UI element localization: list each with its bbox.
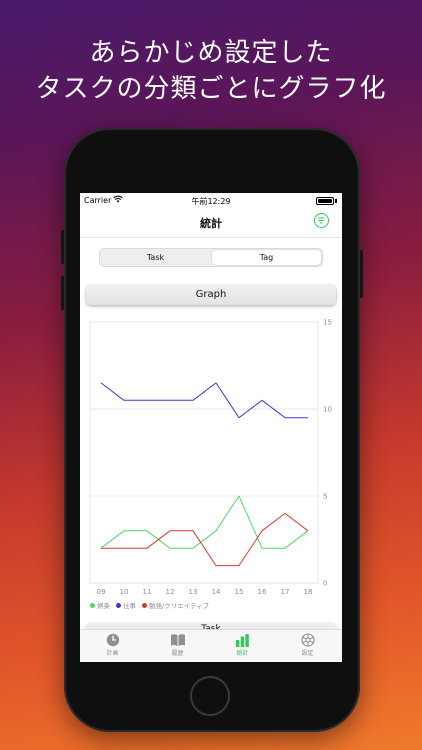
legend-swatch — [116, 603, 121, 608]
book-icon — [170, 634, 185, 646]
filter-icon[interactable] — [314, 213, 329, 228]
y-tick-label: 10 — [323, 406, 332, 414]
headline-line-1: あらかじめ設定した — [89, 38, 333, 68]
nav-title: 統計 — [200, 217, 222, 230]
x-tick-label: 16 — [258, 588, 267, 596]
status-time: 午前12:29 — [191, 197, 231, 206]
legend-item: 仕事 — [116, 602, 136, 610]
settings-icon — [300, 633, 315, 647]
x-tick-label: 10 — [120, 588, 129, 596]
series-line — [100, 382, 308, 419]
tab-history-label: 履歴 — [171, 650, 184, 657]
x-tick-label: 14 — [212, 588, 221, 596]
line-chart: 0 5 10 15 09 10 11 12 13 14 15 16 17 18 — [89, 319, 332, 596]
legend-item: 勉強/クリエイティブ — [142, 602, 209, 610]
chart-legend: 娯楽 仕事 勉強/クリエイティブ — [90, 600, 215, 610]
legend-swatch — [142, 603, 147, 608]
nav-divider — [80, 237, 342, 238]
legend-label: 娯楽 — [97, 602, 110, 610]
tab-plan[interactable]: 計画 — [80, 633, 145, 657]
x-tick-label: 17 — [281, 588, 290, 596]
chart-icon — [235, 634, 249, 647]
tab-plan-label: 計画 — [106, 650, 119, 657]
x-tick-label: 09 — [97, 588, 106, 596]
tab-settings-label: 設定 — [301, 650, 314, 657]
series-line — [100, 495, 309, 549]
segmented-control: Task Tag — [99, 248, 323, 267]
plot-frame — [89, 321, 319, 584]
segment-task[interactable]: Task — [101, 250, 210, 265]
legend-label: 勉強/クリエイティブ — [149, 602, 210, 610]
segment-tag[interactable]: Tag — [212, 250, 321, 265]
legend-item: 娯楽 — [90, 602, 110, 610]
x-tick-label: 11 — [143, 588, 152, 596]
y-tick-label: 15 — [323, 319, 332, 327]
graph-button[interactable]: Graph — [86, 285, 336, 305]
x-tick-label: 12 — [166, 588, 175, 596]
battery-icon — [316, 197, 334, 205]
tab-bar: 計画 履歴 統計 設定 — [80, 629, 342, 662]
y-tick-label: 0 — [323, 580, 327, 588]
y-tick-label: 5 — [323, 493, 327, 501]
tab-stats[interactable]: 統計 — [210, 633, 275, 657]
headline-line-2: タスクの分類ごとにグラフ化 — [35, 74, 387, 104]
x-tick-label: 13 — [189, 588, 198, 596]
battery-nub — [335, 199, 337, 203]
legend-label: 仕事 — [123, 602, 136, 610]
clock-icon — [106, 633, 119, 647]
tab-settings[interactable]: 設定 — [275, 633, 340, 657]
home-button[interactable] — [190, 676, 230, 716]
tab-stats-label: 統計 — [236, 650, 249, 657]
app-screen: Carrier 午前12:29 統計 Task Tag Graph 0 5 10 15… — [80, 193, 342, 662]
x-tick-label: 15 — [235, 588, 244, 596]
legend-swatch — [90, 603, 95, 608]
status-bar: Carrier 午前12:29 — [80, 193, 342, 209]
x-tick-label: 18 — [304, 588, 313, 596]
tab-history[interactable]: 履歴 — [145, 633, 210, 657]
